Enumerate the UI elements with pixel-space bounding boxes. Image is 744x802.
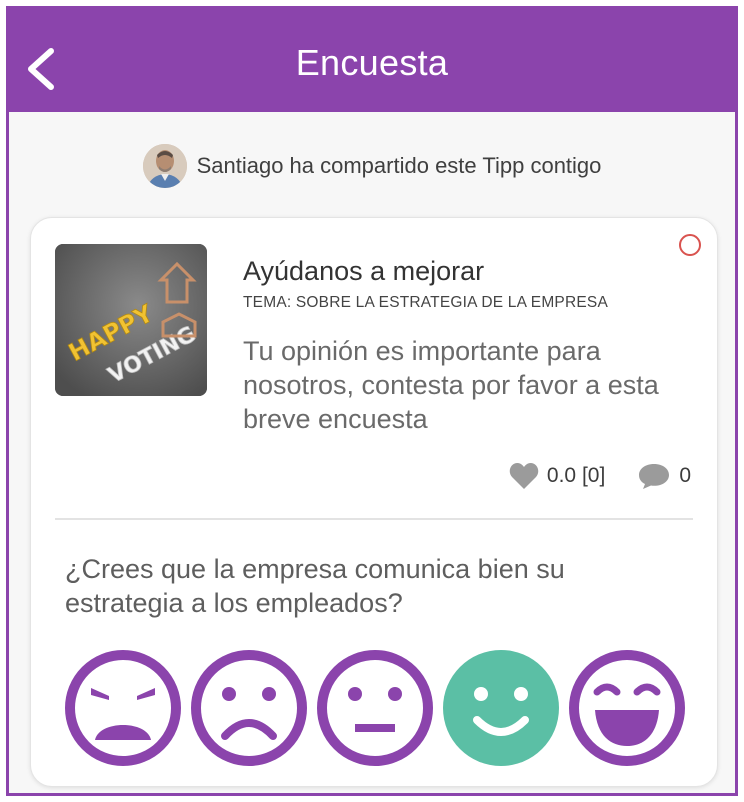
tipp-title: Ayúdanos a mejorar	[243, 256, 485, 286]
avatar	[142, 144, 187, 188]
shared-by-text: Santiago ha compartido este Tipp contigo	[196, 153, 602, 178]
neutral-face-icon[interactable]	[315, 648, 435, 768]
survey-question: ¿Crees que la empresa comunica bien su e…	[65, 554, 565, 618]
very-unhappy-face-icon[interactable]	[63, 648, 183, 768]
heart-icon[interactable]	[509, 462, 539, 490]
very-happy-face-icon[interactable]	[567, 648, 687, 768]
happy-voting-image-icon: HAPPY VOTING	[55, 244, 207, 396]
tipp-card: HAPPY VOTING Ayúdanos a mejorar TEMA: SO…	[30, 217, 718, 787]
page-title: Encuesta	[295, 41, 449, 83]
tipp-topic: TEMA: SOBRE LA ESTRATEGIA DE LA EMPRESA	[243, 294, 608, 311]
tipp-stats: 0.0 [0] 0	[509, 462, 691, 490]
tipp-description: Tu opinión es importante para nosotros, …	[243, 336, 659, 434]
tipp-thumbnail[interactable]: HAPPY VOTING	[55, 244, 207, 396]
rating-value: 0.0 [0]	[546, 464, 606, 487]
comment-bubble-icon[interactable]	[637, 462, 671, 490]
rating-options	[63, 648, 693, 774]
unhappy-face-icon[interactable]	[189, 648, 309, 768]
avatar-photo-icon	[142, 144, 187, 188]
back-chevron-icon[interactable]	[23, 45, 59, 93]
status-circle-icon	[679, 234, 701, 256]
app-screen: Encuesta Santiago ha compartido este Tip…	[6, 6, 738, 796]
shared-by-row: Santiago ha compartido este Tipp contigo	[9, 139, 735, 193]
comment-count: 0	[679, 464, 691, 487]
divider	[55, 518, 693, 520]
app-header: Encuesta	[9, 9, 735, 112]
happy-face-icon-selected[interactable]	[441, 648, 561, 768]
